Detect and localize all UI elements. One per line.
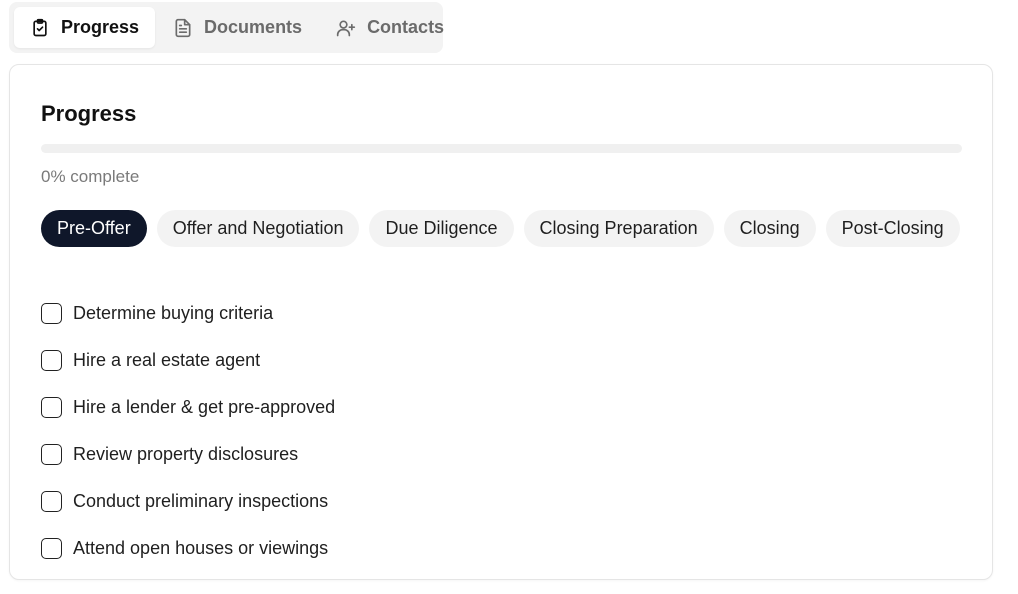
task-checkbox[interactable] (41, 350, 62, 371)
task-checkbox[interactable] (41, 444, 62, 465)
task-item: Determine buying criteria (41, 290, 335, 337)
tab-label: Progress (61, 17, 140, 37)
tab-label: Documents (204, 17, 303, 37)
task-item: Hire a real estate agent (41, 337, 335, 384)
progress-card: Progress 0% complete Pre-Offer Offer and … (9, 64, 993, 580)
task-label[interactable]: Review property disclosures (73, 444, 298, 465)
tab-label: Contacts (367, 17, 445, 37)
task-item: Attend open houses or viewings (41, 525, 335, 572)
task-item: Hire a lender & get pre-approved (41, 384, 335, 431)
stage-chip-post-closing[interactable]: Post-Closing (825, 210, 960, 247)
stage-chip-due-diligence[interactable]: Due Diligence (369, 210, 514, 247)
progress-bar (41, 144, 962, 153)
task-checkbox[interactable] (41, 538, 62, 559)
task-label[interactable]: Attend open houses or viewings (73, 538, 328, 559)
stage-chip-offer-and-negotiation[interactable]: Offer and Negotiation (156, 210, 360, 247)
tab-progress[interactable]: Progress (14, 7, 156, 48)
stage-chip-closing-preparation[interactable]: Closing Preparation (523, 210, 714, 247)
task-checkbox[interactable] (41, 397, 62, 418)
stage-chips: Pre-Offer Offer and Negotiation Due Dilige… (41, 210, 960, 247)
card-title: Progress (41, 101, 137, 126)
progress-text: 0% complete (41, 167, 140, 186)
task-checkbox[interactable] (41, 491, 62, 512)
task-item: Conduct preliminary inspections (41, 478, 335, 525)
document-icon (173, 18, 193, 38)
task-item: Review property disclosures (41, 431, 335, 478)
tab-contacts[interactable]: Contacts (320, 7, 460, 48)
clipboard-check-icon (30, 18, 50, 38)
stage-chip-pre-offer[interactable]: Pre-Offer (41, 210, 147, 247)
tab-documents[interactable]: Documents (157, 7, 318, 48)
task-label[interactable]: Hire a lender & get pre-approved (73, 397, 335, 418)
task-label[interactable]: Hire a real estate agent (73, 350, 260, 371)
task-label[interactable]: Conduct preliminary inspections (73, 491, 328, 512)
task-label[interactable]: Determine buying criteria (73, 303, 273, 324)
tab-bar: Progress Documents Contacts (9, 2, 444, 53)
user-plus-icon (336, 18, 356, 38)
task-checkbox[interactable] (41, 303, 62, 324)
task-checklist: Determine buying criteria Hire a real est… (41, 290, 335, 572)
stage-chip-closing[interactable]: Closing (723, 210, 816, 247)
